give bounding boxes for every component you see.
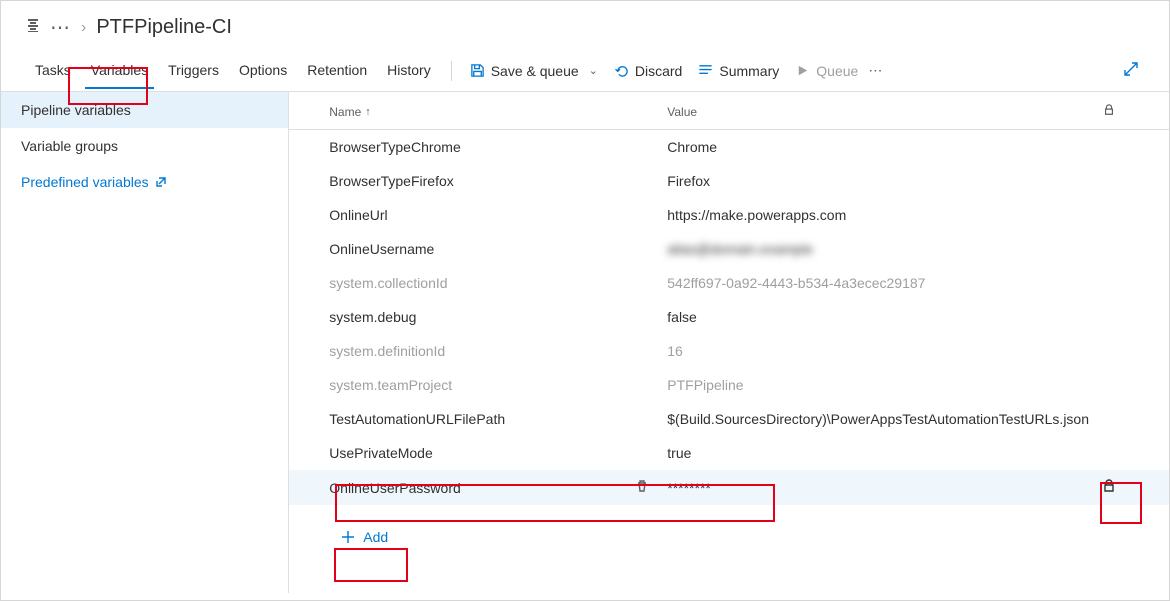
project-icon[interactable] bbox=[25, 18, 41, 37]
variable-row[interactable]: BrowserTypeFirefox Firefox bbox=[289, 164, 1169, 198]
divider bbox=[451, 61, 452, 81]
variable-row[interactable]: system.debug false bbox=[289, 300, 1169, 334]
variable-row[interactable]: BrowserTypeChrome Chrome bbox=[289, 130, 1169, 164]
column-header-lock bbox=[1089, 104, 1129, 119]
summary-button[interactable]: Summary bbox=[690, 57, 787, 85]
summary-label: Summary bbox=[719, 63, 779, 79]
variable-value[interactable]: Firefox bbox=[667, 173, 1089, 189]
lock-icon[interactable] bbox=[1102, 479, 1116, 493]
save-and-queue-button[interactable]: Save & queue ⌄ bbox=[462, 57, 606, 85]
undo-icon bbox=[614, 63, 629, 78]
chevron-down-icon: ⌄ bbox=[589, 64, 598, 77]
save-icon bbox=[470, 63, 485, 78]
discard-label: Discard bbox=[635, 63, 682, 79]
delete-icon[interactable] bbox=[635, 479, 649, 496]
variable-row[interactable]: system.definitionId 16 bbox=[289, 334, 1169, 368]
variable-value[interactable]: 16 bbox=[667, 343, 1089, 359]
predefined-label: Predefined variables bbox=[21, 174, 149, 190]
variable-row[interactable]: system.collectionId 542ff697-0a92-4443-b5… bbox=[289, 266, 1169, 300]
external-link-icon bbox=[155, 176, 167, 188]
variable-value[interactable]: true bbox=[667, 445, 1089, 461]
pipeline-title[interactable]: PTFPipeline-CI bbox=[96, 16, 232, 39]
variable-name[interactable]: OnlineUserPassword bbox=[329, 480, 461, 496]
summary-icon bbox=[698, 63, 713, 78]
tab-bar: Tasks Variables Triggers Options Retenti… bbox=[1, 50, 1169, 92]
plus-icon bbox=[341, 530, 355, 544]
main-area: Pipeline variables Variable groups Prede… bbox=[1, 92, 1169, 593]
variable-name[interactable]: UsePrivateMode bbox=[329, 445, 433, 461]
breadcrumb-separator: › bbox=[81, 19, 86, 37]
variable-name[interactable]: system.collectionId bbox=[329, 275, 447, 291]
variables-grid: Name ↑ Value BrowserTypeChromeChromeBrow… bbox=[289, 92, 1169, 593]
variable-value[interactable]: https://make.powerapps.com bbox=[667, 207, 1089, 223]
rows-container: BrowserTypeChrome Chrome BrowserTypeFirefo… bbox=[289, 130, 1169, 505]
variable-name[interactable]: BrowserTypeFirefox bbox=[329, 173, 453, 189]
variable-name[interactable]: system.teamProject bbox=[329, 377, 452, 393]
variable-value[interactable]: PTFPipeline bbox=[667, 377, 1089, 393]
tab-variables[interactable]: Variables bbox=[81, 52, 158, 89]
grid-header: Name ↑ Value bbox=[289, 92, 1169, 130]
expand-icon[interactable] bbox=[1123, 61, 1145, 80]
column-header-value[interactable]: Value bbox=[667, 105, 1089, 119]
variable-value[interactable]: ******** bbox=[667, 480, 1089, 496]
variable-row[interactable]: OnlineUsername alias@domain.example bbox=[289, 232, 1169, 266]
variable-value[interactable]: $(Build.SourcesDirectory)\PowerAppsTestA… bbox=[667, 411, 1089, 427]
variable-name[interactable]: system.debug bbox=[329, 309, 416, 325]
lock-icon bbox=[1103, 104, 1115, 116]
add-label: Add bbox=[363, 529, 388, 545]
sidebar-item-variable-groups[interactable]: Variable groups bbox=[1, 128, 288, 164]
discard-button[interactable]: Discard bbox=[606, 57, 690, 85]
queue-button: Queue bbox=[787, 57, 866, 85]
tab-retention[interactable]: Retention bbox=[297, 52, 377, 89]
lock-cell[interactable] bbox=[1089, 479, 1129, 496]
sidebar-item-pipeline-variables[interactable]: Pipeline variables bbox=[1, 92, 288, 128]
variable-row[interactable]: OnlineUserPassword ******** bbox=[289, 470, 1169, 505]
variable-name[interactable]: BrowserTypeChrome bbox=[329, 139, 461, 155]
variable-row[interactable]: system.teamProject PTFPipeline bbox=[289, 368, 1169, 402]
queue-label: Queue bbox=[816, 63, 858, 79]
sort-asc-icon: ↑ bbox=[365, 106, 371, 118]
tab-options[interactable]: Options bbox=[229, 52, 297, 89]
tab-tasks[interactable]: Tasks bbox=[25, 52, 81, 89]
variable-name[interactable]: OnlineUrl bbox=[329, 207, 387, 223]
variable-name[interactable]: TestAutomationURLFilePath bbox=[329, 411, 505, 427]
variable-row[interactable]: UsePrivateMode true bbox=[289, 436, 1169, 470]
column-header-name[interactable]: Name ↑ bbox=[329, 105, 667, 119]
tab-triggers[interactable]: Triggers bbox=[158, 52, 229, 89]
variable-value[interactable]: alias@domain.example bbox=[667, 241, 1089, 257]
play-icon bbox=[795, 63, 810, 78]
variable-name[interactable]: OnlineUsername bbox=[329, 241, 434, 257]
variable-row[interactable]: OnlineUrl https://make.powerapps.com bbox=[289, 198, 1169, 232]
add-variable-button[interactable]: Add bbox=[329, 523, 400, 551]
variable-value[interactable]: Chrome bbox=[667, 139, 1089, 155]
save-label: Save & queue bbox=[491, 63, 579, 79]
breadcrumb: ⋯ › PTFPipeline-CI bbox=[1, 1, 1169, 50]
variable-name[interactable]: system.definitionId bbox=[329, 343, 445, 359]
tab-history[interactable]: History bbox=[377, 52, 441, 89]
variable-value[interactable]: 542ff697-0a92-4443-b534-4a3ecec29187 bbox=[667, 275, 1089, 291]
breadcrumb-more-icon[interactable]: ⋯ bbox=[51, 15, 71, 40]
more-actions-icon[interactable]: ⋯ bbox=[866, 62, 886, 79]
variable-value[interactable]: false bbox=[667, 309, 1089, 325]
variable-row[interactable]: TestAutomationURLFilePath $(Build.Sources… bbox=[289, 402, 1169, 436]
sidebar: Pipeline variables Variable groups Prede… bbox=[1, 92, 289, 593]
sidebar-link-predefined[interactable]: Predefined variables bbox=[1, 164, 288, 200]
